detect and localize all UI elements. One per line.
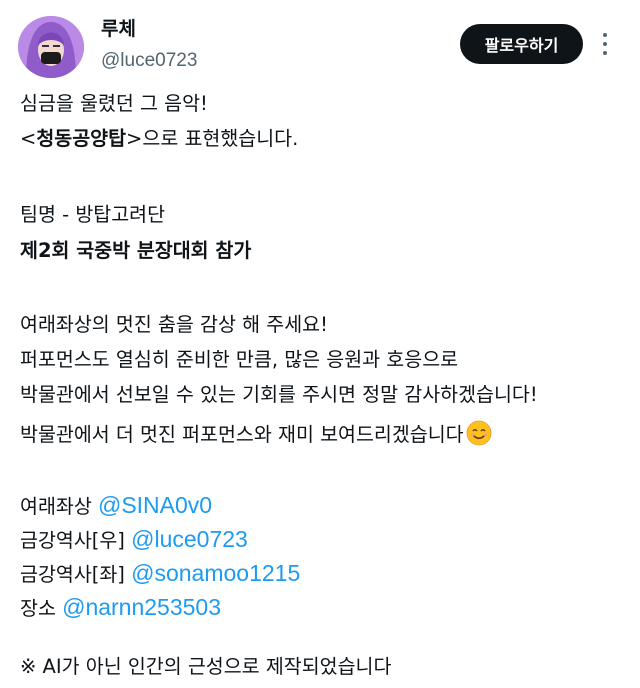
tweet-note: ※ AI가 아닌 인간의 근성으로 제작되었습니다 bbox=[20, 655, 392, 678]
display-name[interactable]: 루체 bbox=[101, 14, 136, 41]
credit-line: 금강역사[좌] @sonamoo1215 bbox=[20, 562, 300, 585]
event-name: 제2회 국중박 분장대회 참가 bbox=[20, 239, 252, 262]
more-options-icon[interactable] bbox=[598, 30, 612, 60]
tweet-line: 퍼포먼스도 열심히 준비한 만큼, 많은 응원과 호응으로 bbox=[20, 348, 459, 371]
credit-line: 장소 @narnn253503 bbox=[20, 596, 221, 619]
mention-link[interactable]: @luce0723 bbox=[131, 526, 248, 552]
avatar[interactable] bbox=[18, 16, 84, 78]
bracket-open: < bbox=[20, 127, 37, 150]
credit-role: 금강역사[좌] bbox=[20, 563, 125, 586]
credit-line: 여래좌상 @SINA0v0 bbox=[20, 494, 212, 517]
smiling-face-emoji-icon bbox=[466, 420, 492, 446]
bracket-rest: >으로 표현했습니다. bbox=[126, 127, 299, 150]
team-name: 팀명 - 방탑고려단 bbox=[20, 203, 166, 226]
tweet-header: 루체 @luce0723 팔로우하기 bbox=[0, 0, 640, 92]
credit-line: 금강역사[우] @luce0723 bbox=[20, 528, 248, 551]
mention-link[interactable]: @SINA0v0 bbox=[98, 492, 212, 518]
credit-role: 여래좌상 bbox=[20, 495, 92, 518]
follow-button[interactable]: 팔로우하기 bbox=[460, 24, 583, 64]
mention-link[interactable]: @narnn253503 bbox=[62, 594, 221, 620]
highlight-title: 청동공양탑 bbox=[36, 127, 127, 150]
tweet-line: <청동공양탑>으로 표현했습니다. bbox=[20, 129, 298, 149]
tweet-line: 박물관에서 선보일 수 있는 기회를 주시면 정말 감사하겠습니다! bbox=[20, 383, 538, 406]
tweet-line: 심금을 울렸던 그 음악! bbox=[20, 92, 208, 115]
tweet-line: 박물관에서 더 멋진 퍼포먼스와 재미 보여드리겠습니다 bbox=[20, 420, 492, 446]
avatar-image bbox=[18, 16, 84, 78]
mention-link[interactable]: @sonamoo1215 bbox=[131, 560, 300, 586]
tweet-line: 여래좌상의 멋진 춤을 감상 해 주세요! bbox=[20, 313, 328, 336]
user-handle[interactable]: @luce0723 bbox=[101, 50, 197, 72]
credit-role: 장소 bbox=[20, 597, 56, 620]
credit-role: 금강역사[우] bbox=[20, 529, 125, 552]
tweet-line-text: 박물관에서 더 멋진 퍼포먼스와 재미 보여드리겠습니다 bbox=[20, 423, 464, 446]
